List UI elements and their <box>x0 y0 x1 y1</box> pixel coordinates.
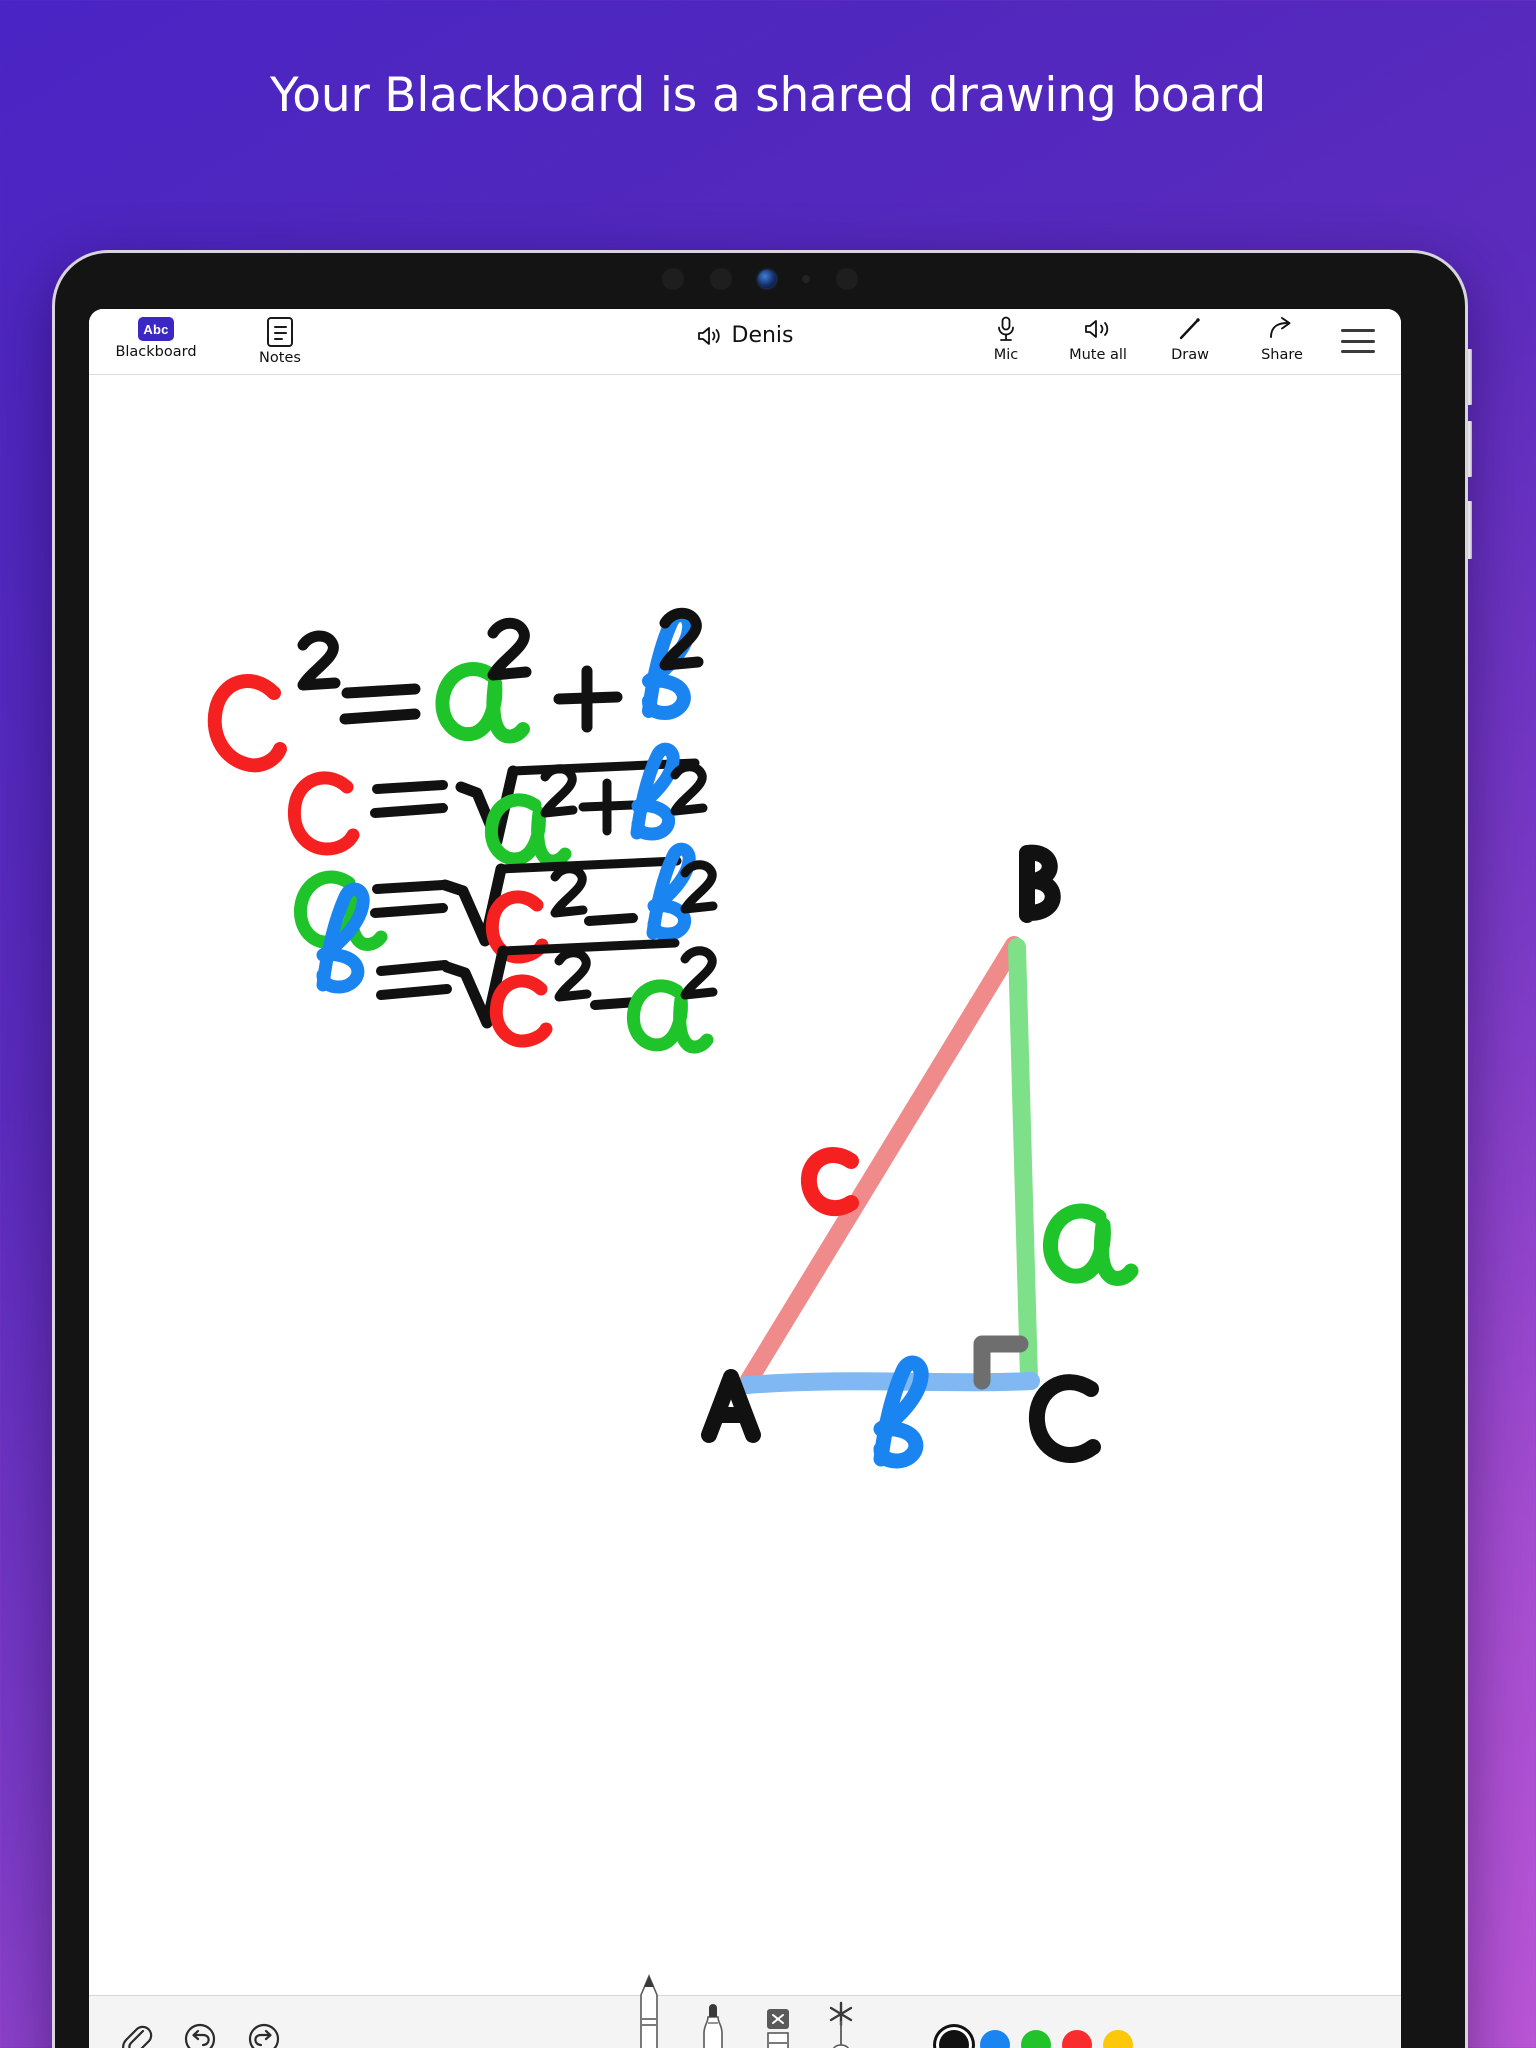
speaker-mute-all-icon <box>1084 315 1112 343</box>
top-bar-left-group: Abc Blackboard Notes <box>89 317 325 366</box>
active-speaker: Denis <box>615 323 875 348</box>
marker-tool-icon[interactable] <box>691 2003 735 2048</box>
tablet-device-frame: Abc Blackboard Notes Denis Mic Mute all … <box>52 250 1472 2048</box>
share-arrow-icon <box>1268 315 1296 343</box>
triangle-drawing <box>738 936 1040 1394</box>
hamburger-line <box>1341 339 1375 343</box>
speaker-name-label: Denis <box>731 323 794 348</box>
microphone-icon <box>995 315 1017 343</box>
sensor-dot <box>662 268 684 290</box>
mute-all-label: Mute all <box>1069 347 1127 363</box>
triangle-side-a <box>1008 938 1038 1388</box>
pencil-icon <box>1177 315 1203 343</box>
app-top-bar: Abc Blackboard Notes Denis Mic Mute all … <box>89 309 1401 375</box>
front-camera-sensor-array <box>55 261 1465 297</box>
toolbar-action-group <box>119 2022 281 2048</box>
color-swatch-yellow[interactable] <box>1103 2030 1133 2048</box>
blackboard-canvas[interactable] <box>89 375 1401 1995</box>
draw-label: Draw <box>1171 347 1209 363</box>
equation-line-2 <box>287 742 708 868</box>
share-button[interactable]: Share <box>1241 315 1323 363</box>
hamburger-line <box>1341 350 1375 353</box>
tab-notes[interactable]: Notes <box>235 317 325 366</box>
color-swatch-green[interactable] <box>1021 2030 1051 2048</box>
equation-line-1 <box>207 607 704 773</box>
mic-label: Mic <box>993 347 1019 363</box>
pen-tool-group <box>627 1973 863 2048</box>
lasso-sparkle-tool-icon[interactable] <box>819 1999 863 2048</box>
eraser-tool-icon[interactable] <box>755 2003 799 2048</box>
mic-button[interactable]: Mic <box>965 315 1047 363</box>
sensor-dot <box>710 268 732 290</box>
triangle-side-c <box>740 936 1023 1389</box>
share-label: Share <box>1261 347 1303 363</box>
page-headline: Your Blackboard is a shared drawing boar… <box>270 68 1266 123</box>
paperclip-icon[interactable] <box>119 2022 153 2048</box>
color-palette <box>939 2030 1133 2048</box>
redo-circle-icon[interactable] <box>247 2022 281 2048</box>
vertex-label-C <box>1028 1374 1101 1463</box>
hamburger-menu-icon[interactable] <box>1341 329 1375 353</box>
side-label-c <box>800 1147 859 1217</box>
pen-tool-icon[interactable] <box>627 1973 671 2048</box>
tab-blackboard-label: Blackboard <box>115 344 197 360</box>
sensor-dot <box>836 268 858 290</box>
vertex-label-B <box>1019 844 1061 923</box>
triangle-labels <box>701 844 1139 1469</box>
abc-chip-icon: Abc <box>138 317 174 341</box>
notes-icon <box>267 317 293 347</box>
speaker-wave-icon <box>697 326 720 345</box>
hamburger-line <box>1341 329 1375 332</box>
front-camera-lens-icon <box>758 270 776 288</box>
color-swatch-black[interactable] <box>939 2030 969 2048</box>
sensor-dot <box>802 275 810 283</box>
color-swatch-blue[interactable] <box>980 2030 1010 2048</box>
undo-circle-icon[interactable] <box>183 2022 217 2048</box>
side-label-a <box>1042 1203 1139 1286</box>
color-swatch-red[interactable] <box>1062 2030 1092 2048</box>
tab-blackboard[interactable]: Abc Blackboard <box>111 317 201 360</box>
mute-all-button[interactable]: Mute all <box>1057 315 1139 363</box>
draw-button[interactable]: Draw <box>1149 315 1231 363</box>
tablet-screen: Abc Blackboard Notes Denis Mic Mute all … <box>89 309 1401 2048</box>
tab-notes-label: Notes <box>259 350 301 366</box>
volume-up-button[interactable] <box>1467 349 1472 405</box>
side-button[interactable] <box>1467 501 1472 559</box>
drawing-toolbar <box>89 1973 1401 2048</box>
handwritten-ink-layer <box>207 607 1139 1469</box>
top-bar-right-group: Mic Mute all Draw Share <box>965 315 1323 363</box>
volume-down-button[interactable] <box>1467 421 1472 477</box>
